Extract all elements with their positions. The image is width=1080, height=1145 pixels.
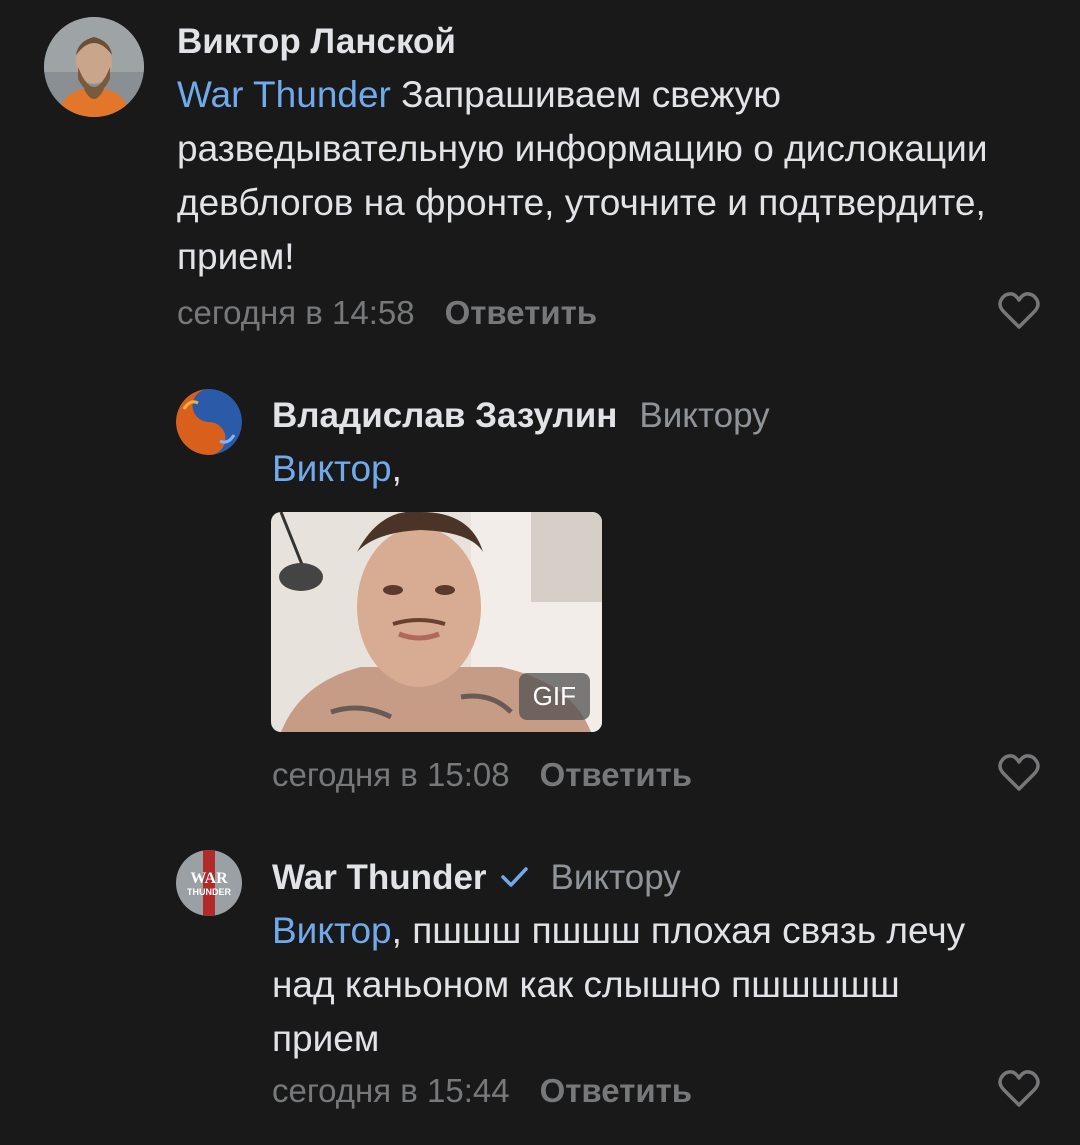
author-link[interactable]: Владислав Зазулин <box>272 396 617 435</box>
heart-icon <box>998 754 1040 791</box>
avatar-war-thunder[interactable]: WAR THUNDER <box>176 850 242 916</box>
comment-meta: сегодня в 14:58 Ответить <box>177 294 597 332</box>
comment-text: Виктор, пшшш пшшш плохая связь лечу над … <box>272 904 992 1066</box>
mention-link[interactable]: War Thunder <box>177 74 391 115</box>
comment-text: War Thunder Запрашиваем свежую разведыва… <box>177 68 1037 284</box>
author-name[interactable]: Виктор Ланской <box>177 22 456 62</box>
author-name: Владислав Зазулин Виктору <box>272 396 770 436</box>
comment-text: Виктор, <box>272 442 1032 496</box>
timestamp: сегодня в 15:44 <box>272 1072 510 1109</box>
logo-text-sub: THUNDER <box>187 887 231 897</box>
gif-badge: GIF <box>518 673 590 720</box>
author-link[interactable]: War Thunder <box>272 858 487 897</box>
avatar-vladislav-image <box>176 389 242 455</box>
reply-to-label[interactable]: Виктору <box>551 858 681 897</box>
heart-icon <box>998 1070 1040 1107</box>
timestamp: сегодня в 14:58 <box>177 294 415 331</box>
verified-check-icon <box>500 867 528 887</box>
war-thunder-logo: WAR THUNDER <box>176 850 242 916</box>
gif-attachment[interactable]: GIF <box>271 512 602 732</box>
logo-text: WAR <box>190 870 228 887</box>
avatar-viktor-image <box>44 17 144 117</box>
reply-button[interactable]: Ответить <box>540 756 693 793</box>
reply-to-label[interactable]: Виктору <box>639 396 769 435</box>
comment-meta: сегодня в 15:08 Ответить <box>272 756 692 794</box>
timestamp: сегодня в 15:08 <box>272 756 510 793</box>
avatar-vladislav[interactable] <box>176 389 242 455</box>
like-button[interactable] <box>997 753 1041 793</box>
mention-link[interactable]: Виктор <box>272 910 392 951</box>
like-button[interactable] <box>997 1069 1041 1109</box>
mention-link[interactable]: Виктор <box>272 448 392 489</box>
comment-body: , <box>391 448 402 489</box>
reply-button[interactable]: Ответить <box>540 1072 693 1109</box>
heart-icon <box>998 292 1040 329</box>
like-button[interactable] <box>997 291 1041 331</box>
comment-meta: сегодня в 15:44 Ответить <box>272 1072 692 1110</box>
author-name: War Thunder Виктору <box>272 858 681 898</box>
reply-button[interactable]: Ответить <box>445 294 598 331</box>
avatar-viktor[interactable] <box>44 17 144 117</box>
